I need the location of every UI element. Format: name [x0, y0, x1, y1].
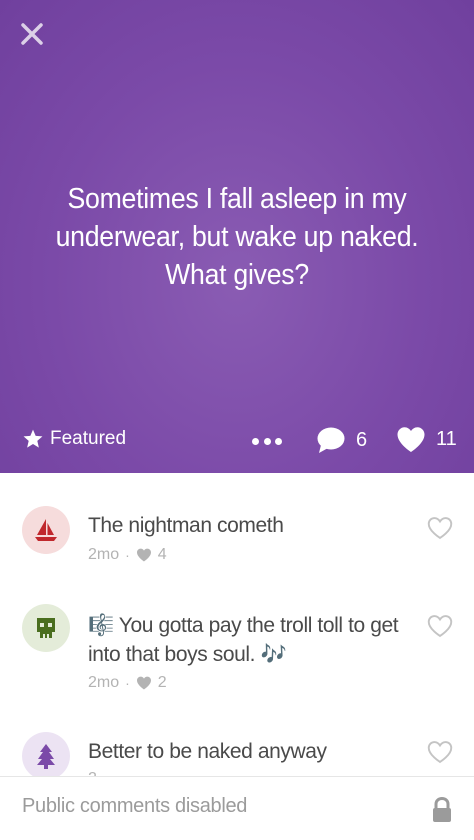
small-heart-icon — [136, 676, 151, 690]
reply-text: Better to be naked anyway — [88, 740, 327, 763]
more-options-button[interactable] — [250, 429, 284, 453]
reply-like-button[interactable] — [426, 514, 454, 542]
small-heart-icon — [136, 548, 151, 562]
reply-age: 2mo — [88, 546, 120, 563]
comments-disabled-label: Public comments disabled — [22, 795, 248, 817]
close-icon — [21, 23, 43, 45]
pine-tree-icon — [37, 744, 55, 769]
more-dots-icon — [252, 437, 259, 445]
heart-outline-icon — [427, 517, 453, 540]
comment-bar: Public comments disabled — [0, 776, 474, 840]
post-card: Sometimes I fall asleep in my underwear,… — [0, 0, 474, 473]
heart-outline-icon — [427, 741, 453, 764]
comment-bubble-icon — [317, 427, 345, 453]
star-icon — [23, 429, 43, 448]
comment-count: 6 — [356, 428, 368, 451]
featured-label: Featured — [50, 428, 127, 449]
more-dot — [275, 437, 282, 445]
avatar — [22, 604, 70, 652]
reply-likes: 2 — [157, 674, 167, 691]
reply-like-button[interactable] — [426, 738, 454, 766]
heart-outline-icon — [427, 615, 453, 638]
reply-meta: 2mo · 2 — [88, 674, 167, 692]
post-text: Sometimes I fall asleep in my underwear,… — [55, 183, 419, 291]
heart-icon — [397, 427, 425, 452]
like-count: 11 — [436, 428, 457, 450]
like-button[interactable]: 11 — [396, 426, 457, 453]
sailboat-icon — [35, 519, 57, 541]
reply-item[interactable]: 🎼 You gotta pay the troll toll to get in… — [0, 604, 474, 704]
reply-likes: 4 — [157, 546, 167, 563]
post-action-bar: Featured 6 11 — [0, 422, 474, 460]
reply-meta: 2mo · 4 — [88, 546, 167, 564]
separator-dot: · — [125, 547, 130, 563]
separator-dot: · — [125, 675, 130, 691]
featured-badge[interactable]: Featured — [22, 428, 126, 450]
close-button[interactable] — [14, 16, 50, 52]
more-dot — [263, 437, 271, 445]
reply-age: 2mo — [88, 674, 120, 691]
reply-text: The nightman cometh — [88, 514, 284, 537]
skull-icon — [37, 618, 55, 638]
avatar — [22, 732, 70, 780]
lock-icon — [432, 796, 452, 828]
reply-like-button[interactable] — [426, 612, 454, 640]
reply-text: 🎼 You gotta pay the troll toll to get in… — [88, 614, 399, 666]
comments-button[interactable]: 6 — [316, 426, 367, 454]
avatar — [22, 506, 70, 554]
reply-item[interactable]: The nightman cometh 2mo · 4 — [0, 506, 474, 586]
